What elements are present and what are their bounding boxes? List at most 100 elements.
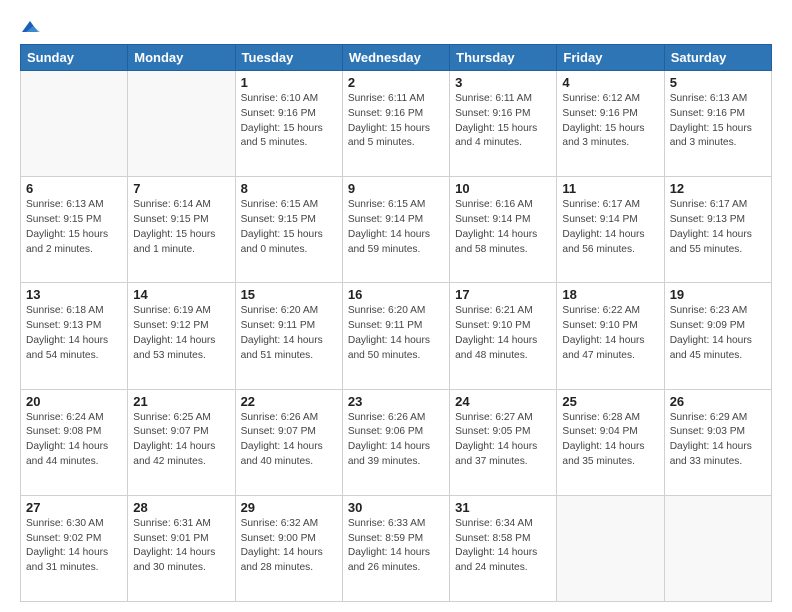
day-number: 4 [562, 75, 658, 90]
day-cell: 23 Sunrise: 6:26 AM Sunset: 9:06 PM Dayli… [342, 389, 449, 495]
day-number: 25 [562, 394, 658, 409]
day-cell: 12 Sunrise: 6:17 AM Sunset: 9:13 PM Dayli… [664, 177, 771, 283]
day-number: 29 [241, 500, 337, 515]
col-header-monday: Monday [128, 45, 235, 71]
day-cell: 11Sunrise: 6:17 AM Sunset: 9:14 PM Dayli… [557, 177, 664, 283]
day-number: 12 [670, 181, 766, 196]
day-cell: 14 Sunrise: 6:19 AM Sunset: 9:12 PM Dayli… [128, 283, 235, 389]
day-info: Sunrise: 6:31 AM Sunset: 9:01 PM Dayligh… [133, 517, 229, 576]
day-info: Sunrise: 6:25 AM Sunset: 9:07 PM Dayligh… [133, 411, 229, 470]
week-row-1: 6Sunrise: 6:13 AM Sunset: 9:15 PM Daylig… [21, 177, 772, 283]
day-cell: 16Sunrise: 6:20 AM Sunset: 9:11 PM Dayli… [342, 283, 449, 389]
day-info: Sunrise: 6:24 AM Sunset: 9:08 PM Dayligh… [26, 411, 122, 470]
calendar-header-row: SundayMondayTuesdayWednesdayThursdayFrid… [21, 45, 772, 71]
day-number: 7 [133, 181, 229, 196]
day-number: 3 [455, 75, 551, 90]
day-cell: 7 Sunrise: 6:14 AM Sunset: 9:15 PM Daylig… [128, 177, 235, 283]
day-info: Sunrise: 6:23 AM Sunset: 9:09 PM Dayligh… [670, 304, 766, 363]
day-cell [128, 71, 235, 177]
col-header-friday: Friday [557, 45, 664, 71]
day-cell: 6Sunrise: 6:13 AM Sunset: 9:15 PM Daylig… [21, 177, 128, 283]
day-number: 6 [26, 181, 122, 196]
day-info: Sunrise: 6:30 AM Sunset: 9:02 PM Dayligh… [26, 517, 122, 576]
day-number: 19 [670, 287, 766, 302]
day-cell: 18 Sunrise: 6:22 AM Sunset: 9:10 PM Dayli… [557, 283, 664, 389]
day-cell: 22 Sunrise: 6:26 AM Sunset: 9:07 PM Dayli… [235, 389, 342, 495]
page: SundayMondayTuesdayWednesdayThursdayFrid… [0, 0, 792, 612]
col-header-wednesday: Wednesday [342, 45, 449, 71]
day-cell: 9Sunrise: 6:15 AM Sunset: 9:14 PM Daylig… [342, 177, 449, 283]
day-number: 1 [241, 75, 337, 90]
logo [20, 18, 40, 36]
day-cell: 26 Sunrise: 6:29 AM Sunset: 9:03 PM Dayli… [664, 389, 771, 495]
day-cell: 2 Sunrise: 6:11 AM Sunset: 9:16 PM Daylig… [342, 71, 449, 177]
day-cell: 3Sunrise: 6:11 AM Sunset: 9:16 PM Daylig… [450, 71, 557, 177]
day-number: 21 [133, 394, 229, 409]
day-cell: 5 Sunrise: 6:13 AM Sunset: 9:16 PM Daylig… [664, 71, 771, 177]
day-info: Sunrise: 6:27 AM Sunset: 9:05 PM Dayligh… [455, 411, 551, 470]
day-number: 5 [670, 75, 766, 90]
day-cell: 8 Sunrise: 6:15 AM Sunset: 9:15 PM Daylig… [235, 177, 342, 283]
day-number: 15 [241, 287, 337, 302]
week-row-2: 13Sunrise: 6:18 AM Sunset: 9:13 PM Dayli… [21, 283, 772, 389]
day-info: Sunrise: 6:33 AM Sunset: 8:59 PM Dayligh… [348, 517, 444, 576]
day-number: 30 [348, 500, 444, 515]
day-cell: 13Sunrise: 6:18 AM Sunset: 9:13 PM Dayli… [21, 283, 128, 389]
day-info: Sunrise: 6:16 AM Sunset: 9:14 PM Dayligh… [455, 198, 551, 257]
day-number: 20 [26, 394, 122, 409]
day-info: Sunrise: 6:26 AM Sunset: 9:07 PM Dayligh… [241, 411, 337, 470]
day-info: Sunrise: 6:34 AM Sunset: 8:58 PM Dayligh… [455, 517, 551, 576]
day-info: Sunrise: 6:29 AM Sunset: 9:03 PM Dayligh… [670, 411, 766, 470]
day-info: Sunrise: 6:14 AM Sunset: 9:15 PM Dayligh… [133, 198, 229, 257]
col-header-thursday: Thursday [450, 45, 557, 71]
day-number: 24 [455, 394, 551, 409]
col-header-sunday: Sunday [21, 45, 128, 71]
day-cell: 28 Sunrise: 6:31 AM Sunset: 9:01 PM Dayli… [128, 495, 235, 601]
day-info: Sunrise: 6:18 AM Sunset: 9:13 PM Dayligh… [26, 304, 122, 363]
week-row-0: 1 Sunrise: 6:10 AM Sunset: 9:16 PM Daylig… [21, 71, 772, 177]
week-row-3: 20 Sunrise: 6:24 AM Sunset: 9:08 PM Dayli… [21, 389, 772, 495]
day-info: Sunrise: 6:11 AM Sunset: 9:16 PM Dayligh… [348, 92, 444, 151]
day-info: Sunrise: 6:28 AM Sunset: 9:04 PM Dayligh… [562, 411, 658, 470]
day-number: 31 [455, 500, 551, 515]
day-info: Sunrise: 6:21 AM Sunset: 9:10 PM Dayligh… [455, 304, 551, 363]
calendar-table: SundayMondayTuesdayWednesdayThursdayFrid… [20, 44, 772, 602]
day-info: Sunrise: 6:20 AM Sunset: 9:11 PM Dayligh… [348, 304, 444, 363]
day-cell: 24 Sunrise: 6:27 AM Sunset: 9:05 PM Dayli… [450, 389, 557, 495]
day-info: Sunrise: 6:13 AM Sunset: 9:16 PM Dayligh… [670, 92, 766, 151]
day-cell: 20 Sunrise: 6:24 AM Sunset: 9:08 PM Dayli… [21, 389, 128, 495]
day-info: Sunrise: 6:12 AM Sunset: 9:16 PM Dayligh… [562, 92, 658, 151]
day-cell: 19 Sunrise: 6:23 AM Sunset: 9:09 PM Dayli… [664, 283, 771, 389]
day-number: 2 [348, 75, 444, 90]
day-info: Sunrise: 6:17 AM Sunset: 9:13 PM Dayligh… [670, 198, 766, 257]
day-cell [664, 495, 771, 601]
day-cell: 17Sunrise: 6:21 AM Sunset: 9:10 PM Dayli… [450, 283, 557, 389]
day-number: 23 [348, 394, 444, 409]
day-info: Sunrise: 6:20 AM Sunset: 9:11 PM Dayligh… [241, 304, 337, 363]
day-info: Sunrise: 6:32 AM Sunset: 9:00 PM Dayligh… [241, 517, 337, 576]
day-number: 10 [455, 181, 551, 196]
day-cell: 4 Sunrise: 6:12 AM Sunset: 9:16 PM Daylig… [557, 71, 664, 177]
logo-icon [20, 18, 40, 38]
day-number: 26 [670, 394, 766, 409]
day-cell: 30 Sunrise: 6:33 AM Sunset: 8:59 PM Dayli… [342, 495, 449, 601]
day-cell: 27 Sunrise: 6:30 AM Sunset: 9:02 PM Dayli… [21, 495, 128, 601]
day-cell: 10 Sunrise: 6:16 AM Sunset: 9:14 PM Dayli… [450, 177, 557, 283]
day-info: Sunrise: 6:26 AM Sunset: 9:06 PM Dayligh… [348, 411, 444, 470]
day-cell [21, 71, 128, 177]
day-info: Sunrise: 6:19 AM Sunset: 9:12 PM Dayligh… [133, 304, 229, 363]
day-number: 18 [562, 287, 658, 302]
day-number: 27 [26, 500, 122, 515]
col-header-saturday: Saturday [664, 45, 771, 71]
day-cell: 31 Sunrise: 6:34 AM Sunset: 8:58 PM Dayli… [450, 495, 557, 601]
day-cell [557, 495, 664, 601]
day-info: Sunrise: 6:10 AM Sunset: 9:16 PM Dayligh… [241, 92, 337, 151]
day-number: 28 [133, 500, 229, 515]
day-info: Sunrise: 6:22 AM Sunset: 9:10 PM Dayligh… [562, 304, 658, 363]
day-number: 8 [241, 181, 337, 196]
day-number: 22 [241, 394, 337, 409]
day-info: Sunrise: 6:15 AM Sunset: 9:15 PM Dayligh… [241, 198, 337, 257]
day-cell: 21 Sunrise: 6:25 AM Sunset: 9:07 PM Dayli… [128, 389, 235, 495]
day-number: 9 [348, 181, 444, 196]
day-number: 14 [133, 287, 229, 302]
